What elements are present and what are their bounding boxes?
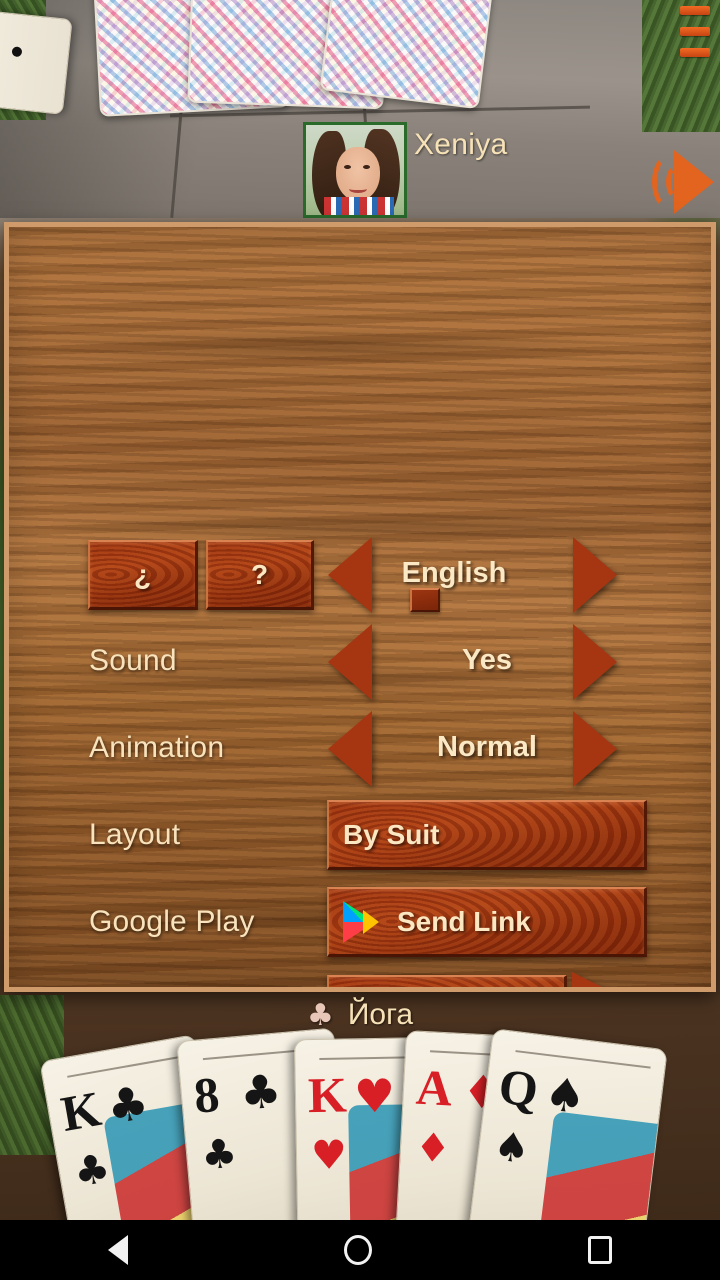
speaker-wave — [652, 154, 686, 210]
avatar-eye — [363, 165, 370, 169]
recent-apps-button[interactable] — [588, 1236, 612, 1264]
card-rank: 8 — [191, 1065, 222, 1124]
avatar-eye — [344, 165, 351, 169]
google-play-yellow — [363, 909, 379, 934]
local-player-row: ♣ Йога — [0, 990, 720, 1040]
next-language-arrow[interactable] — [573, 537, 617, 613]
animation-row-label: Animation — [89, 731, 225, 764]
card-suit-small: ♣ — [70, 1145, 114, 1197]
card-suit-small: ♣ — [199, 1130, 240, 1180]
trump-suit-icon: ♣ — [306, 997, 334, 1033]
card-suit-small: ♥ — [310, 1132, 348, 1180]
menu-bar — [680, 6, 710, 15]
side-card-pip-dot — [11, 46, 23, 58]
send-link-label: Send Link — [397, 905, 531, 937]
opponent-player-name: Xeniya — [414, 128, 508, 161]
card-rank: A — [414, 1058, 454, 1117]
next-sound-arrow[interactable] — [573, 624, 617, 700]
card-frame-line — [67, 1055, 184, 1078]
send-link-button[interactable]: Send Link — [327, 887, 647, 957]
card-suit-small: ♦ — [413, 1124, 452, 1173]
layout-value: By Suit — [343, 818, 440, 850]
android-navigation-bar — [0, 1220, 720, 1280]
avatar-shirt — [324, 197, 394, 215]
settings-panel: ¿ ? English Sound Yes Animation Normal L… — [4, 222, 716, 992]
local-player-name: Йога — [347, 998, 414, 1031]
home-button[interactable] — [344, 1235, 372, 1265]
help-inverted-question-label: ¿ — [133, 558, 152, 590]
language-value: English — [401, 557, 507, 589]
layout-button[interactable]: By Suit — [327, 800, 647, 870]
card-suit: ♥ — [353, 1068, 396, 1124]
avatar-smile — [349, 185, 367, 193]
card-rank: K — [56, 1080, 105, 1142]
card-rank: K — [307, 1066, 348, 1124]
side-card-rank: 9 — [0, 79, 8, 100]
card-suit: ♣ — [102, 1074, 153, 1135]
hamburger-menu-icon[interactable] — [680, 6, 710, 66]
google-play-row-label: Google Play — [89, 905, 255, 938]
google-play-icon — [343, 900, 383, 943]
previous-language-arrow[interactable] — [328, 537, 372, 613]
side-card: 9 ♣ — [0, 5, 73, 115]
card-suit: ♣ — [237, 1063, 284, 1121]
back-button[interactable] — [108, 1235, 128, 1265]
previous-animation-arrow[interactable] — [328, 711, 372, 787]
animation-value: Normal — [437, 731, 537, 763]
help-question-button[interactable]: ? — [206, 540, 314, 610]
language-flag-indicator — [410, 588, 440, 612]
help-question-label: ? — [250, 558, 269, 590]
menu-bar — [680, 27, 710, 36]
avatar — [303, 122, 407, 218]
help-inverted-question-button[interactable]: ¿ — [88, 540, 198, 610]
layout-row-label: Layout — [89, 818, 181, 851]
speaker-on-icon[interactable] — [650, 146, 716, 218]
card-suit: ♠ — [541, 1066, 589, 1125]
app-screen: 9 ♣ Xeniya ¿ ? — [0, 0, 720, 1280]
card-rank: Q — [495, 1057, 542, 1118]
opponent-avatar-wrapper[interactable] — [303, 122, 407, 218]
sound-value: Yes — [462, 644, 512, 676]
menu-bar — [680, 48, 710, 57]
card-suit-small: ♠ — [490, 1123, 533, 1174]
opponent-card-back — [319, 0, 497, 110]
previous-sound-arrow[interactable] — [328, 624, 372, 700]
sound-row-label: Sound — [89, 644, 177, 677]
start-play-arrow[interactable] — [572, 972, 644, 987]
next-animation-arrow[interactable] — [573, 711, 617, 787]
